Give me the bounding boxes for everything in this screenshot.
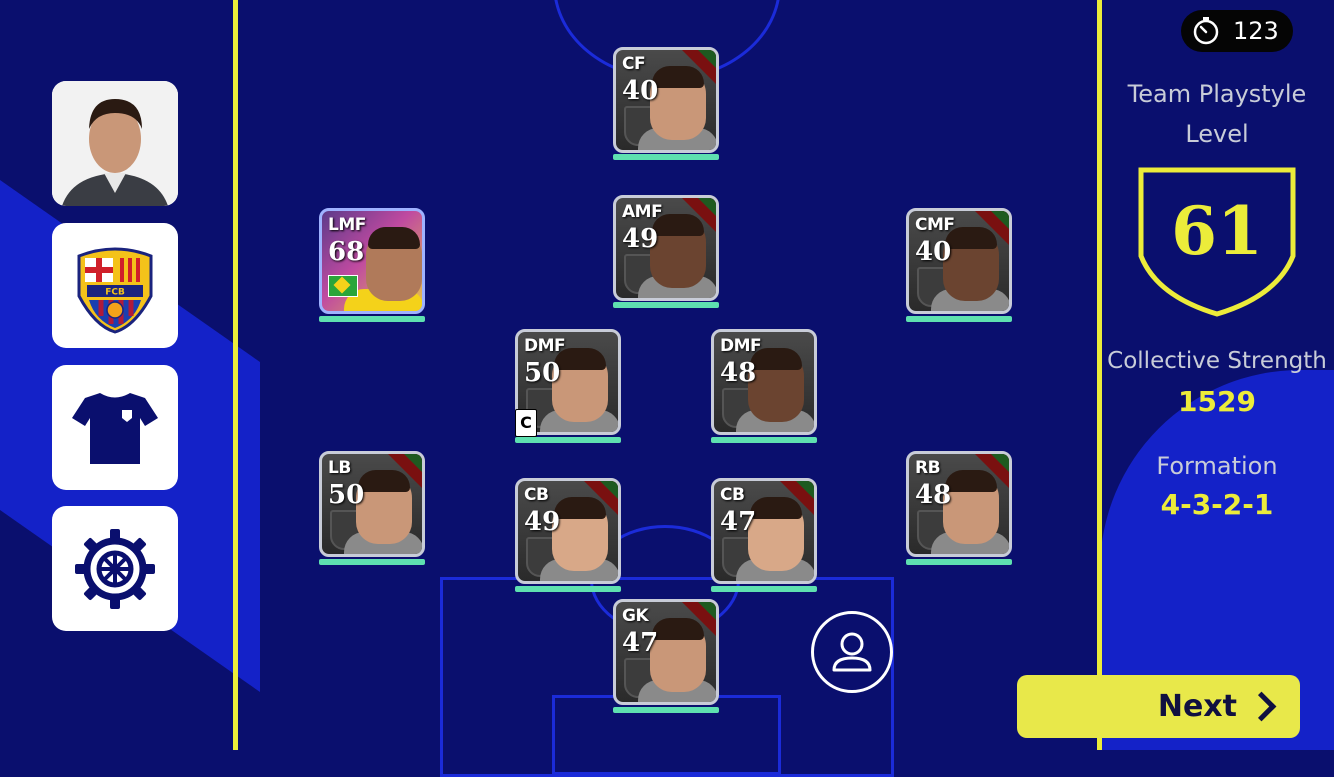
player-card-amf[interactable]: AMF 49 <box>613 195 719 301</box>
player-position: DMF <box>524 336 566 356</box>
player-face <box>366 227 422 301</box>
player-card-cb-left[interactable]: CB 49 <box>515 478 621 584</box>
card-corner-accent <box>991 211 1009 229</box>
player-bar <box>711 586 817 592</box>
shirt-icon <box>72 392 158 464</box>
player-rating: 48 <box>720 358 757 388</box>
playstyle-label-1: Team Playstyle <box>1127 80 1307 108</box>
formation-value: 4-3-2-1 <box>1160 488 1274 521</box>
player-face <box>650 214 706 288</box>
collective-strength-value: 1529 <box>1178 385 1256 418</box>
player-face <box>650 618 706 692</box>
card-corner-accent <box>698 50 716 68</box>
card-corner-accent <box>698 602 716 620</box>
player-position: RB <box>915 458 941 478</box>
captain-badge: C <box>515 409 537 437</box>
player-position: LMF <box>328 215 366 235</box>
player-face <box>748 348 804 422</box>
player-rating: 47 <box>622 628 659 658</box>
player-bar <box>613 154 719 160</box>
player-rating: 40 <box>622 76 659 106</box>
player-rating: 68 <box>328 237 365 267</box>
playstyle-label-2: Level <box>1185 120 1249 148</box>
stopwatch-icon <box>1193 17 1219 45</box>
pitch-right-line <box>1097 0 1102 750</box>
player-bar <box>711 437 817 443</box>
player-bar <box>515 437 621 443</box>
player-card-cf[interactable]: CF 40 <box>613 47 719 153</box>
fcb-crest-icon: FCB <box>77 247 153 334</box>
player-position: GK <box>622 606 649 626</box>
card-corner-accent <box>796 481 814 499</box>
player-card-gk[interactable]: GK 47 <box>613 599 719 705</box>
pitch-left-line <box>233 0 238 750</box>
gear-icon <box>75 528 155 609</box>
player-face <box>748 497 804 571</box>
player-rating: 50 <box>524 358 561 388</box>
player-position: CF <box>622 54 646 74</box>
playstyle-level-value: 61 <box>1171 192 1263 270</box>
next-button[interactable]: Next <box>1017 675 1300 738</box>
player-card-lmf[interactable]: LMF 68 <box>319 208 425 314</box>
player-rating: 48 <box>915 480 952 510</box>
collective-strength-label: Collective Strength <box>1107 348 1327 374</box>
svg-text:FCB: FCB <box>105 287 125 297</box>
brazil-flag-icon <box>328 275 358 297</box>
player-bar <box>319 316 425 322</box>
card-corner-accent <box>404 454 422 472</box>
player-card-lb[interactable]: LB 50 <box>319 451 425 557</box>
player-rating: 49 <box>622 224 659 254</box>
player-bar <box>906 316 1012 322</box>
next-button-label: Next <box>1157 689 1237 724</box>
stopwatch-counter: 123 <box>1181 10 1293 52</box>
card-corner-accent <box>698 198 716 216</box>
club-crest-button[interactable]: FCB <box>52 223 178 348</box>
player-card-dmf-right[interactable]: DMF 48 <box>711 329 817 435</box>
player-face <box>943 470 999 544</box>
player-rating: 50 <box>328 480 365 510</box>
formation-label: Formation <box>1156 452 1278 480</box>
player-face <box>356 470 412 544</box>
settings-button[interactable] <box>52 506 178 631</box>
player-position: CMF <box>915 215 955 235</box>
player-card-cmf[interactable]: CMF 40 <box>906 208 1012 314</box>
manager-portrait-icon <box>52 81 178 206</box>
player-face <box>552 348 608 422</box>
player-card-rb[interactable]: RB 48 <box>906 451 1012 557</box>
card-corner-accent <box>991 454 1009 472</box>
player-rating: 49 <box>524 507 561 537</box>
user-toggle-button[interactable] <box>811 611 893 693</box>
kit-button[interactable] <box>52 365 178 490</box>
player-face <box>650 66 706 140</box>
person-icon <box>832 632 872 672</box>
player-bar <box>613 302 719 308</box>
player-face <box>943 227 999 301</box>
card-corner-accent <box>600 481 618 499</box>
player-rating: 47 <box>720 507 757 537</box>
player-position: CB <box>524 485 549 505</box>
player-position: LB <box>328 458 351 478</box>
player-position: DMF <box>720 336 762 356</box>
player-bar <box>319 559 425 565</box>
player-card-cb-right[interactable]: CB 47 <box>711 478 817 584</box>
player-position: AMF <box>622 202 663 222</box>
player-rating: 40 <box>915 237 952 267</box>
chevron-right-icon <box>1246 691 1277 722</box>
player-bar <box>515 586 621 592</box>
player-position: CB <box>720 485 745 505</box>
stopwatch-value: 123 <box>1233 17 1279 45</box>
player-face <box>552 497 608 571</box>
manager-button[interactable] <box>52 81 178 206</box>
player-bar <box>906 559 1012 565</box>
player-bar <box>613 707 719 713</box>
